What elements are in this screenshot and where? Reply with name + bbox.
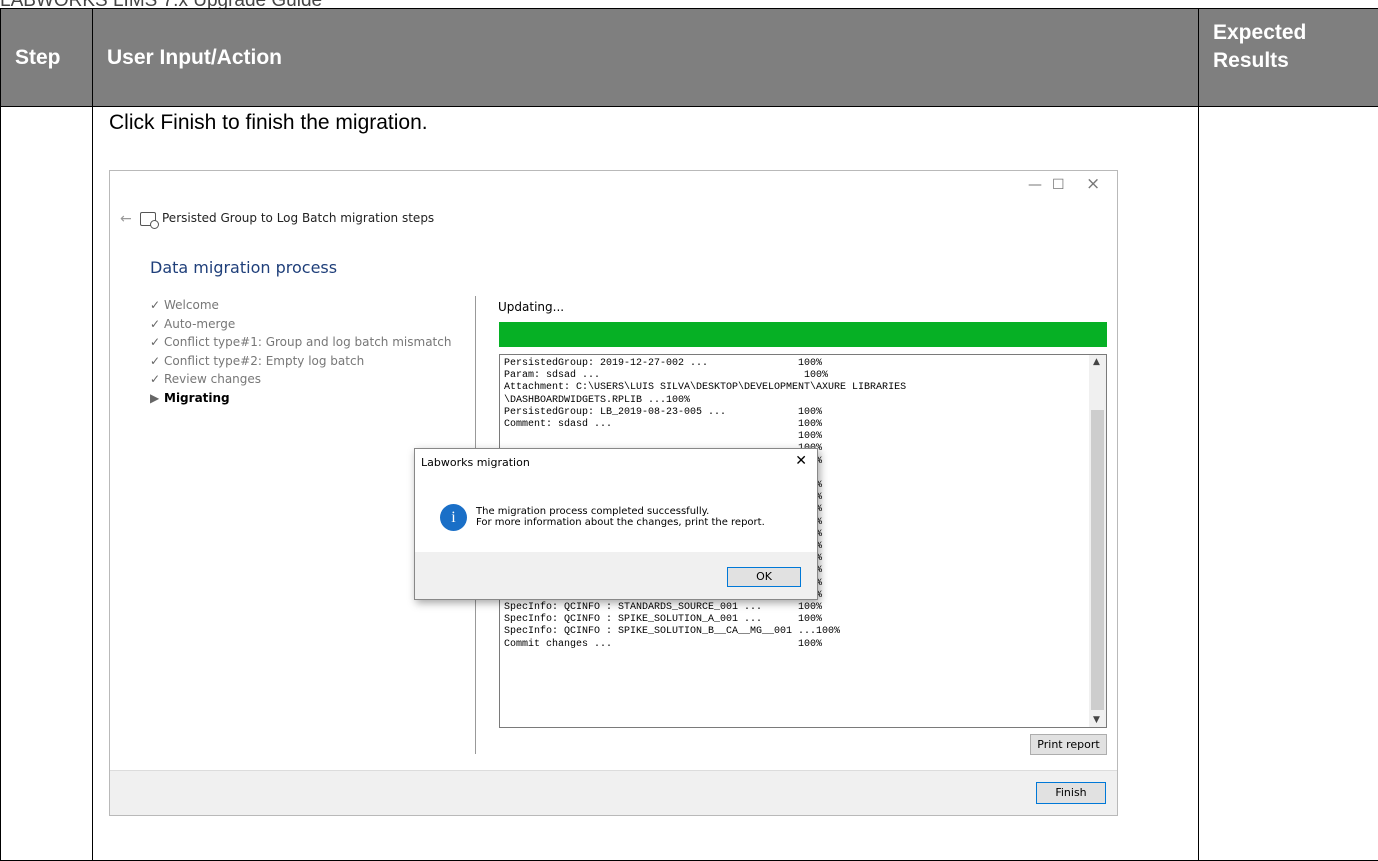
- dialog-message-line: The migration process completed successf…: [476, 506, 765, 517]
- ok-button[interactable]: OK: [727, 567, 801, 587]
- wizard-step-label: Auto-merge: [164, 317, 235, 331]
- scrollbar-thumb[interactable]: [1091, 410, 1104, 710]
- progress-bar: [499, 322, 1107, 347]
- expected-cell: [1199, 107, 1378, 861]
- wizard-step[interactable]: ✓Conflict type#1: Group and log batch mi…: [150, 335, 451, 354]
- step-cell: [1, 107, 93, 861]
- wizard-step[interactable]: ✓Conflict type#2: Empty log batch: [150, 354, 451, 373]
- wizard-step-label: Review changes: [164, 372, 261, 386]
- dialog-close-icon[interactable]: ✕: [795, 453, 807, 469]
- table-header-row: Step User Input/Action Expected Results: [1, 9, 1378, 107]
- progress-bar-fill: [499, 322, 1107, 347]
- column-header-expected: Expected Results: [1199, 9, 1378, 107]
- scroll-up-icon[interactable]: ▲: [1093, 357, 1100, 367]
- wizard-step-label: Migrating: [164, 391, 230, 405]
- status-text: Updating...: [498, 300, 564, 314]
- wizard-steps-list: ✓Welcome ✓Auto-merge ✓Conflict type#1: G…: [150, 298, 451, 409]
- dialog-title: Labworks migration: [421, 456, 530, 469]
- wizard-title: Persisted Group to Log Batch migration s…: [162, 211, 434, 225]
- column-header-action: User Input/Action: [93, 9, 1199, 107]
- section-title: Data migration process: [150, 258, 337, 277]
- checkmark-icon: ✓: [150, 372, 164, 386]
- wizard-step-label: Welcome: [164, 298, 219, 312]
- back-arrow-icon[interactable]: ←: [120, 211, 132, 227]
- wizard-step[interactable]: ✓Auto-merge: [150, 317, 451, 336]
- wizard-step[interactable]: ✓Review changes: [150, 372, 451, 391]
- checkmark-icon: ✓: [150, 335, 164, 349]
- maximize-icon[interactable]: ☐: [1052, 177, 1065, 193]
- checkmark-icon: ✓: [150, 317, 164, 331]
- print-report-button[interactable]: Print report: [1030, 734, 1107, 755]
- window-footer: [110, 770, 1117, 815]
- vertical-scrollbar[interactable]: ▲ ▼: [1089, 355, 1106, 727]
- wizard-step-current[interactable]: ▶Migrating: [150, 391, 451, 410]
- close-icon[interactable]: ×: [1086, 174, 1100, 194]
- scroll-down-icon[interactable]: ▼: [1093, 715, 1100, 725]
- wizard-step-label: Conflict type#2: Empty log batch: [164, 354, 364, 368]
- minimize-icon[interactable]: —: [1028, 177, 1042, 193]
- play-arrow-icon: ▶: [150, 391, 164, 405]
- migration-steps-icon: [140, 212, 156, 226]
- checkmark-icon: ✓: [150, 354, 164, 368]
- wizard-step[interactable]: ✓Welcome: [150, 298, 451, 317]
- dialog-message-line: For more information about the changes, …: [476, 517, 765, 528]
- finish-button[interactable]: Finish: [1036, 782, 1106, 804]
- migration-dialog: Labworks migration ✕ i The migration pro…: [414, 448, 818, 600]
- info-icon: i: [440, 504, 467, 531]
- column-header-step: Step: [1, 9, 93, 107]
- wizard-step-label: Conflict type#1: Group and log batch mis…: [164, 335, 451, 349]
- dialog-message: The migration process completed successf…: [476, 506, 765, 528]
- checkmark-icon: ✓: [150, 298, 164, 312]
- instruction-text: Click Finish to finish the migration.: [109, 111, 428, 135]
